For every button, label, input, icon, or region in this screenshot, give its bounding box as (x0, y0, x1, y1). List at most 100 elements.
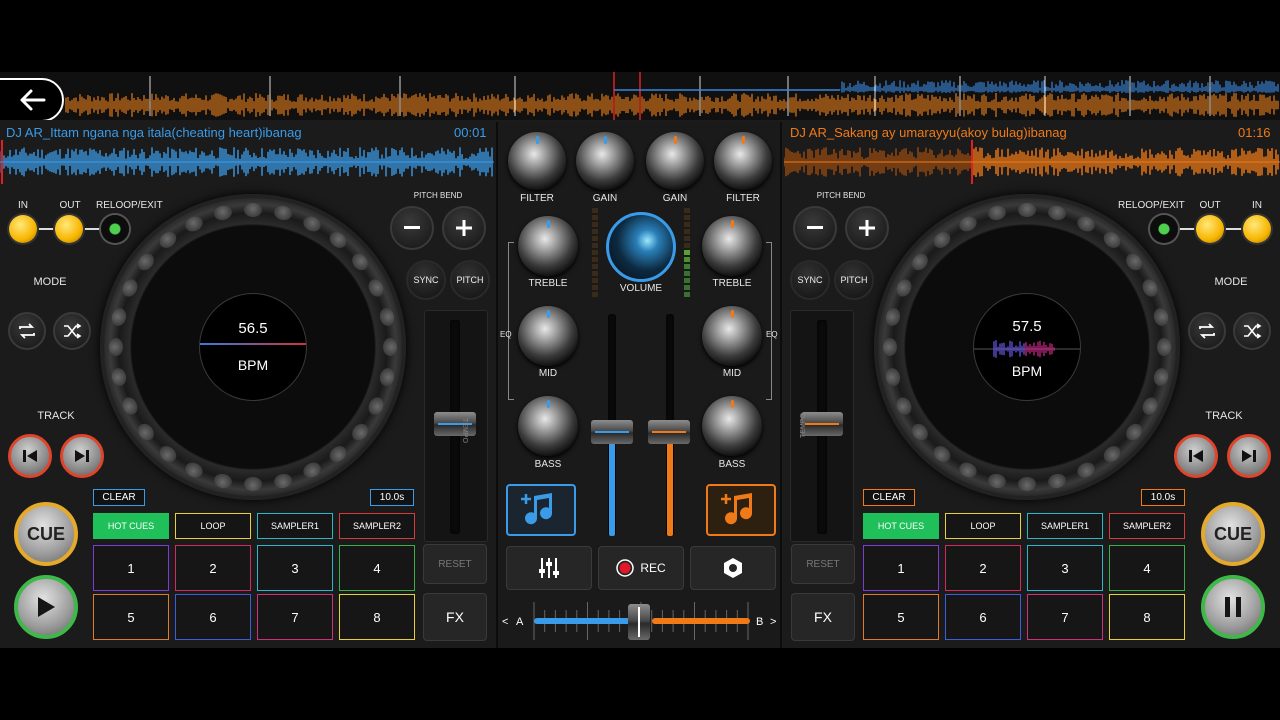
jog-dimple (908, 421, 931, 444)
pitch-button[interactable]: PITCH (834, 260, 874, 300)
clear-button[interactable]: CLEAR (93, 489, 145, 506)
crossfader-left-arrow: < (502, 616, 509, 628)
jog-dimple (1075, 213, 1098, 234)
pitch-bend-plus-button[interactable] (845, 206, 889, 250)
hot-cue-pad[interactable]: 5 (863, 594, 939, 640)
vu-segment (592, 264, 598, 269)
pitch-bend-minus-button[interactable] (390, 206, 434, 250)
hot-cue-pad[interactable]: 1 (863, 545, 939, 591)
sample-length-tag[interactable]: 10.0s (370, 489, 414, 506)
reset-button[interactable]: RESET (423, 544, 487, 584)
cue-button[interactable]: CUE (1201, 502, 1265, 566)
treble-knob-a[interactable] (518, 216, 578, 276)
out-label: OUT (1199, 200, 1221, 211)
hot-cue-pad[interactable]: 2 (945, 545, 1021, 591)
shuffle-mode-button[interactable] (1233, 312, 1271, 350)
jog-dimple (366, 276, 387, 299)
pause-button[interactable] (1201, 575, 1265, 639)
sync-button[interactable]: SYNC (790, 260, 830, 300)
filter-knob-a[interactable] (508, 132, 566, 190)
loop-out-button[interactable] (55, 215, 83, 243)
mid-knob-b[interactable] (702, 306, 762, 366)
loop-mode-button[interactable] (8, 312, 46, 350)
channel-fader-b-handle[interactable] (648, 420, 690, 444)
crossfader-a-label: A (516, 616, 524, 628)
hot-cue-pad[interactable]: 4 (339, 545, 415, 591)
hot-cue-pad[interactable]: 7 (257, 594, 333, 640)
equalizer-button[interactable] (506, 546, 592, 590)
pad-mode-tab[interactable]: SAMPLER2 (1109, 513, 1185, 539)
pitch-bend-label: PITCH BEND (816, 191, 866, 200)
reloop-exit-button[interactable] (101, 215, 129, 243)
sync-button[interactable]: SYNC (406, 260, 446, 300)
loop-mode-button[interactable] (1188, 312, 1226, 350)
pad-mode-tab[interactable]: LOOP (945, 513, 1021, 539)
treble-knob-b[interactable] (702, 216, 762, 276)
vu-segment (592, 229, 598, 234)
deck-a-waveform[interactable] (0, 140, 494, 184)
record-button[interactable]: REC (598, 546, 684, 590)
deck-b-waveform[interactable] (784, 140, 1280, 184)
jog-dimple (244, 477, 262, 491)
load-track-b-button[interactable] (706, 484, 776, 536)
filter-knob-b[interactable] (714, 132, 772, 190)
pitch-bend-minus-button[interactable] (793, 206, 837, 250)
hot-cue-pad[interactable]: 1 (93, 545, 169, 591)
tempo-slider-handle[interactable] (801, 412, 843, 436)
next-track-button[interactable] (60, 434, 104, 478)
master-volume-knob[interactable] (606, 212, 676, 282)
bass-knob-a[interactable] (518, 396, 578, 456)
tempo-slider-handle[interactable] (434, 412, 476, 436)
hot-cue-pad[interactable]: 6 (945, 594, 1021, 640)
next-track-button[interactable] (1227, 434, 1271, 478)
repeat-icon (19, 323, 35, 339)
clear-button[interactable]: CLEAR (863, 489, 915, 506)
loop-in-button[interactable] (1243, 215, 1271, 243)
pause-icon (1225, 597, 1241, 617)
hot-cue-pad[interactable]: 4 (1109, 545, 1185, 591)
pad-mode-tab[interactable]: HOT CUES (863, 513, 939, 539)
crossfader-b-level (652, 618, 750, 624)
pad-mode-tab[interactable]: HOT CUES (93, 513, 169, 539)
pad-mode-tab[interactable]: SAMPLER1 (1027, 513, 1103, 539)
hot-cue-pad[interactable]: 7 (1027, 594, 1103, 640)
pad-mode-tab[interactable]: SAMPLER1 (257, 513, 333, 539)
jog-dimple (956, 213, 979, 234)
pad-mode-tab[interactable]: SAMPLER2 (339, 513, 415, 539)
reloop-exit-button[interactable] (1150, 215, 1178, 243)
track-overview[interactable] (0, 72, 1280, 120)
hot-cue-pad[interactable]: 5 (93, 594, 169, 640)
sample-length-tag[interactable]: 10.0s (1141, 489, 1185, 506)
shuffle-mode-button[interactable] (53, 312, 91, 350)
hot-cue-pad[interactable]: 8 (339, 594, 415, 640)
hot-cue-pad[interactable]: 6 (175, 594, 251, 640)
jog-dimple (212, 471, 233, 490)
gain-knob-b[interactable] (646, 132, 704, 190)
gain-knob-a[interactable] (576, 132, 634, 190)
mid-knob-a[interactable] (518, 306, 578, 366)
play-button[interactable] (14, 575, 78, 639)
fx-button[interactable]: FX (423, 593, 487, 641)
crossfader-handle[interactable] (628, 604, 650, 640)
channel-fader-a-handle[interactable] (591, 420, 633, 444)
hot-cue-pad[interactable]: 3 (257, 545, 333, 591)
pad-mode-tab[interactable]: LOOP (175, 513, 251, 539)
hot-cue-pad[interactable]: 3 (1027, 545, 1103, 591)
previous-track-button[interactable] (8, 434, 52, 478)
bass-knob-b[interactable] (702, 396, 762, 456)
reset-button[interactable]: RESET (791, 544, 855, 584)
load-track-a-button[interactable] (506, 484, 576, 536)
vu-segment (684, 264, 690, 269)
fx-button[interactable]: FX (791, 593, 855, 641)
back-button[interactable] (0, 78, 64, 120)
loop-in-button[interactable] (9, 215, 37, 243)
hot-cue-pad[interactable]: 2 (175, 545, 251, 591)
cue-button[interactable]: CUE (14, 502, 78, 566)
hot-cue-pad[interactable]: 8 (1109, 594, 1185, 640)
settings-button[interactable] (690, 546, 776, 590)
pitch-bend-plus-button[interactable] (442, 206, 486, 250)
pitch-button[interactable]: PITCH (450, 260, 490, 300)
previous-track-button[interactable] (1174, 434, 1218, 478)
loop-out-button[interactable] (1196, 215, 1224, 243)
jog-dimple (327, 443, 350, 466)
